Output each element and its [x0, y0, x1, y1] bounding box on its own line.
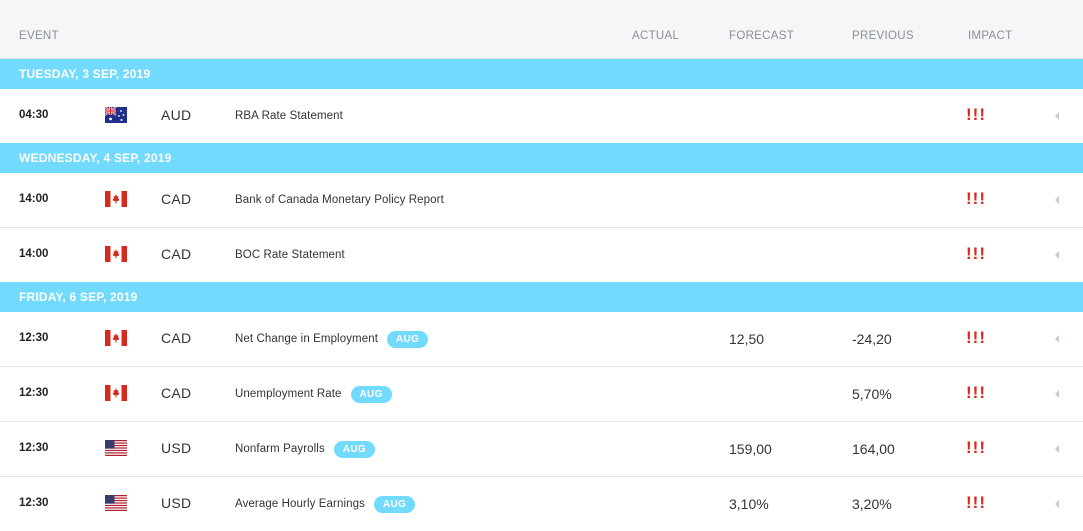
event-time: 12:30 [19, 442, 49, 454]
event-name-wrap: Bank of Canada Monetary Policy Report [235, 188, 444, 212]
event-row[interactable]: 12:30 USD Nonfarm Payrolls AUG 159,00 16… [0, 422, 1083, 477]
event-name-wrap: Unemployment Rate AUG [235, 382, 392, 406]
canada-flag-icon [105, 385, 127, 401]
impact-high-icon: !!! [966, 244, 986, 263]
event-time: 12:30 [19, 387, 49, 399]
header-event: EVENT [19, 30, 59, 42]
previous-value: 3,20% [852, 496, 892, 512]
period-badge: AUG [373, 495, 416, 513]
date-band: TUESDAY, 3 SEP, 2019 [0, 59, 1083, 89]
impact-high-icon: !!! [966, 328, 986, 347]
event-name: Unemployment Rate [235, 388, 342, 400]
event-currency: USD [161, 495, 192, 511]
previous-value: 164,00 [852, 441, 895, 457]
chevron-left-icon[interactable] [1054, 334, 1060, 344]
impact-high-icon: !!! [966, 189, 986, 208]
event-row[interactable]: 04:30 AUD RBA Rate Statement !!! [0, 89, 1083, 144]
impact-high-icon: !!! [966, 438, 986, 457]
event-row[interactable]: 12:30 CAD Net Change in Employment AUG 1… [0, 312, 1083, 367]
australia-flag-icon [105, 107, 127, 123]
date-label: TUESDAY, 3 SEP, 2019 [19, 67, 151, 81]
event-row[interactable]: 12:30 USD Average Hourly Earnings AUG 3,… [0, 477, 1083, 531]
event-name-wrap: Nonfarm Payrolls AUG [235, 437, 375, 461]
event-name-wrap: RBA Rate Statement [235, 104, 343, 128]
previous-value: 5,70% [852, 386, 892, 402]
event-currency: CAD [161, 191, 192, 207]
event-currency: AUD [161, 107, 192, 123]
chevron-left-icon[interactable] [1054, 250, 1060, 260]
event-row[interactable]: 14:00 CAD BOC Rate Statement !!! [0, 228, 1083, 283]
event-name: Average Hourly Earnings [235, 498, 365, 510]
forecast-value: 12,50 [729, 331, 765, 347]
event-name: Net Change in Employment [235, 333, 379, 345]
table-header: EVENT ACTUAL FORECAST PREVIOUS IMPACT [0, 0, 1083, 59]
forecast-value: 159,00 [729, 441, 772, 457]
event-currency: CAD [161, 385, 192, 401]
impact-high-icon: !!! [966, 493, 986, 512]
event-row[interactable]: 14:00 CAD Bank of Canada Monetary Policy… [0, 173, 1083, 228]
impact-high-icon: !!! [966, 383, 986, 402]
event-name-wrap: Average Hourly Earnings AUG [235, 492, 416, 516]
event-name-wrap: Net Change in Employment AUG [235, 327, 429, 351]
header-previous: PREVIOUS [852, 30, 914, 42]
date-band: WEDNESDAY, 4 SEP, 2019 [0, 143, 1083, 173]
event-name: Bank of Canada Monetary Policy Report [235, 194, 444, 206]
header-actual: ACTUAL [632, 30, 680, 42]
canada-flag-icon [105, 191, 127, 207]
chevron-left-icon[interactable] [1054, 444, 1060, 454]
impact-high-icon: !!! [966, 105, 986, 124]
chevron-left-icon[interactable] [1054, 499, 1060, 509]
event-row[interactable]: 12:30 CAD Unemployment Rate AUG 5,70% !!… [0, 367, 1083, 422]
chevron-left-icon[interactable] [1054, 111, 1060, 121]
chevron-left-icon[interactable] [1054, 195, 1060, 205]
previous-value: -24,20 [852, 331, 892, 347]
period-badge: AUG [333, 440, 375, 458]
date-label: WEDNESDAY, 4 SEP, 2019 [19, 151, 172, 165]
forecast-value: 3,10% [729, 496, 769, 512]
period-badge: AUG [350, 385, 392, 403]
event-time: 04:30 [19, 109, 49, 121]
canada-flag-icon [105, 246, 127, 262]
event-time: 12:30 [19, 497, 49, 509]
period-badge: AUG [387, 330, 429, 348]
header-forecast: FORECAST [729, 30, 795, 42]
date-band: FRIDAY, 6 SEP, 2019 [0, 282, 1083, 312]
event-time: 14:00 [19, 193, 49, 205]
event-time: 12:30 [19, 332, 49, 344]
event-currency: CAD [161, 330, 192, 346]
event-name: RBA Rate Statement [235, 110, 343, 122]
event-currency: CAD [161, 246, 192, 262]
event-currency: USD [161, 440, 192, 456]
event-name-wrap: BOC Rate Statement [235, 243, 345, 267]
event-name: Nonfarm Payrolls [235, 443, 325, 455]
canada-flag-icon [105, 330, 127, 346]
usa-flag-icon [105, 440, 127, 456]
header-impact: IMPACT [968, 30, 1013, 42]
date-label: FRIDAY, 6 SEP, 2019 [19, 290, 138, 304]
event-name: BOC Rate Statement [235, 249, 345, 261]
chevron-left-icon[interactable] [1054, 389, 1060, 399]
usa-flag-icon [105, 495, 127, 511]
event-time: 14:00 [19, 248, 49, 260]
